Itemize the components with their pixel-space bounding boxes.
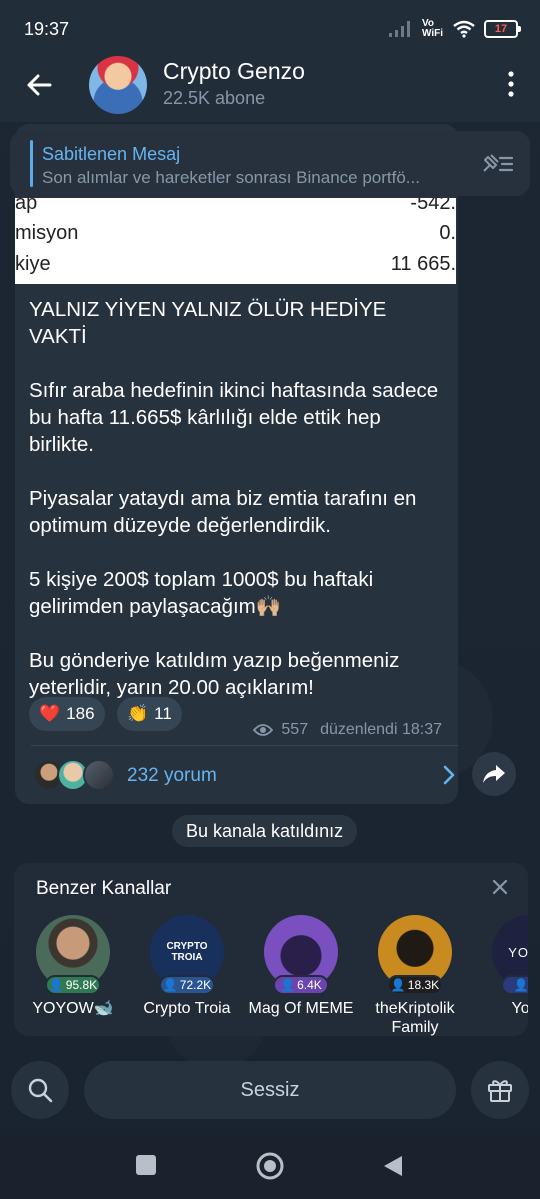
message-paragraph: Bu gönderiye katıldım yazıp beğenmeniz y…	[29, 649, 400, 699]
receipt-row: kiye 11 665.	[15, 253, 456, 283]
pinned-indicator	[30, 140, 33, 187]
subscriber-badge: 👤 6.4K	[273, 975, 329, 995]
message-meta: 557 düzenlendi 18:37	[253, 721, 442, 739]
receipt-key: kiye	[15, 253, 51, 275]
person-icon: 👤	[390, 978, 406, 992]
similar-channels-panel: Benzer Kanallar 👤 95.8K YOYOW🐋 CRYPTO TRO…	[14, 863, 528, 1036]
subscriber-badge: 👤42	[501, 975, 528, 995]
message-paragraph: Piyasalar yataydı ama biz emtia tarafını…	[29, 487, 417, 537]
comments-count: 232 yorum	[127, 765, 217, 786]
clap-icon: 👏	[127, 704, 149, 723]
subscriber-badge: 👤 18.3K	[387, 975, 443, 995]
share-button[interactable]	[472, 752, 516, 796]
receipt-key: misyon	[15, 222, 79, 244]
comments-divider	[31, 745, 458, 746]
receipt-row: ap -542.	[15, 198, 456, 222]
channel-logo-text: YOYO	[508, 944, 528, 960]
system-nav-bar	[0, 1130, 540, 1199]
similar-channel-card[interactable]: 👤 95.8K YOYOW🐋	[18, 915, 128, 1018]
view-count: 557	[281, 721, 309, 738]
channel-avatar[interactable]	[89, 56, 147, 114]
similar-channels-title: Benzer Kanallar	[36, 878, 172, 899]
message-image-receipt[interactable]: ap -542. misyon 0. kiye 11 665.	[15, 198, 456, 284]
message-paragraph: YALNIZ YİYEN YALNIZ ÖLÜR HEDİYE VAKTİ	[29, 298, 387, 348]
comments-button[interactable]: 232 yorum	[33, 757, 455, 795]
receipt-key: ap	[15, 198, 38, 214]
pinned-message-bar[interactable]: Sabitlenen Mesaj Son alımlar ve hareketl…	[10, 131, 530, 196]
battery-icon: 17	[484, 20, 521, 38]
subscriber-badge: 👤 72.2K	[159, 975, 215, 995]
back-arrow-icon[interactable]	[22, 68, 56, 102]
status-time: 19:37	[24, 19, 70, 39]
similar-channel-card[interactable]: 👤 18.3K theKriptolik Family	[360, 915, 470, 1036]
subscriber-count: 6.4K	[297, 978, 322, 992]
subscriber-count: 18.3K	[407, 978, 440, 992]
person-icon: 👤	[48, 978, 64, 992]
subscriber-count: 95.8K	[65, 978, 98, 992]
channel-name: Mag Of MEME	[248, 1000, 354, 1017]
search-button[interactable]	[11, 1061, 69, 1119]
heart-icon: ❤️	[39, 704, 61, 723]
close-icon[interactable]	[492, 879, 508, 895]
reaction-heart[interactable]: ❤️ 186	[29, 697, 105, 731]
bottom-bar: Sessiz	[0, 1056, 540, 1128]
pinned-list-icon[interactable]	[480, 151, 514, 177]
chat-header: Crypto Genzo 22.5K abone	[0, 56, 540, 122]
joined-channel-notice: Bu kanala katıldınız	[172, 815, 358, 847]
reaction-clap[interactable]: 👏 11	[117, 697, 182, 731]
person-icon: 👤	[162, 978, 178, 992]
receipt-value: 0.	[439, 222, 456, 244]
message-bubble[interactable]: ap -542. misyon 0. kiye 11 665. YALNIZ Y…	[15, 124, 458, 804]
message-paragraph: 5 kişiye 200$ toplam 1000$ bu haftaki ge…	[29, 568, 374, 618]
receipt-value: 11 665.	[390, 253, 456, 275]
subscriber-count: 22.5K abone	[163, 88, 266, 108]
chevron-right-icon	[443, 765, 455, 785]
wifi-icon	[453, 20, 475, 38]
subscriber-badge: 👤 95.8K	[45, 975, 101, 995]
similar-channel-card[interactable]: 👤 6.4K Mag Of MEME	[246, 915, 356, 1018]
pinned-text: Son alımlar ve hareketler sonrası Binanc…	[42, 168, 420, 187]
more-vertical-icon[interactable]	[506, 70, 516, 98]
vowifi-indicator: Vo WiFi	[422, 18, 444, 39]
channel-name: Crypto Troia	[143, 1000, 231, 1017]
similar-channel-card[interactable]: YOYO 👤42 Yoyo	[474, 915, 528, 1018]
home-icon[interactable]	[255, 1151, 285, 1181]
person-icon: 👤	[280, 978, 296, 992]
reaction-count: 186	[66, 704, 95, 723]
message-text: YALNIZ YİYEN YALNIZ ÖLÜR HEDİYE VAKTİ Sı…	[29, 296, 449, 728]
subscriber-count: 72.2K	[179, 978, 212, 992]
channel-logo-text: CRYPTO TROIA	[166, 941, 208, 963]
receipt-row: misyon 0.	[15, 222, 456, 252]
message-paragraph: Sıfır araba hedefinin ikinci haftasında …	[29, 379, 439, 456]
recents-icon[interactable]	[135, 1154, 157, 1176]
reaction-count: 11	[154, 704, 172, 723]
share-arrow-icon	[483, 765, 505, 783]
back-triangle-icon[interactable]	[382, 1154, 404, 1178]
pinned-title: Sabitlenen Mesaj	[42, 144, 181, 164]
status-bar: 19:37 Vo WiFi 17	[0, 0, 540, 58]
search-icon	[28, 1078, 53, 1103]
person-icon: 👤	[513, 978, 528, 992]
status-icons: Vo WiFi 17	[388, 17, 521, 41]
channel-name: YOYOW🐋	[32, 1000, 114, 1017]
eye-icon	[253, 724, 274, 736]
gift-button[interactable]	[471, 1061, 529, 1119]
edited-time: düzenlendi 18:37	[320, 721, 442, 738]
commenter-avatar	[83, 759, 115, 791]
similar-channel-card[interactable]: CRYPTO TROIA 👤 72.2K Crypto Troia	[132, 915, 242, 1018]
channel-title[interactable]: Crypto Genzo	[163, 58, 305, 85]
channel-name: Yoyo	[511, 1000, 529, 1017]
channel-name: theKriptolik Family	[375, 1000, 455, 1036]
signal-icon	[389, 21, 410, 37]
gift-icon	[488, 1080, 512, 1102]
mute-button[interactable]: Sessiz	[84, 1061, 456, 1119]
receipt-value: -542.	[410, 198, 456, 214]
